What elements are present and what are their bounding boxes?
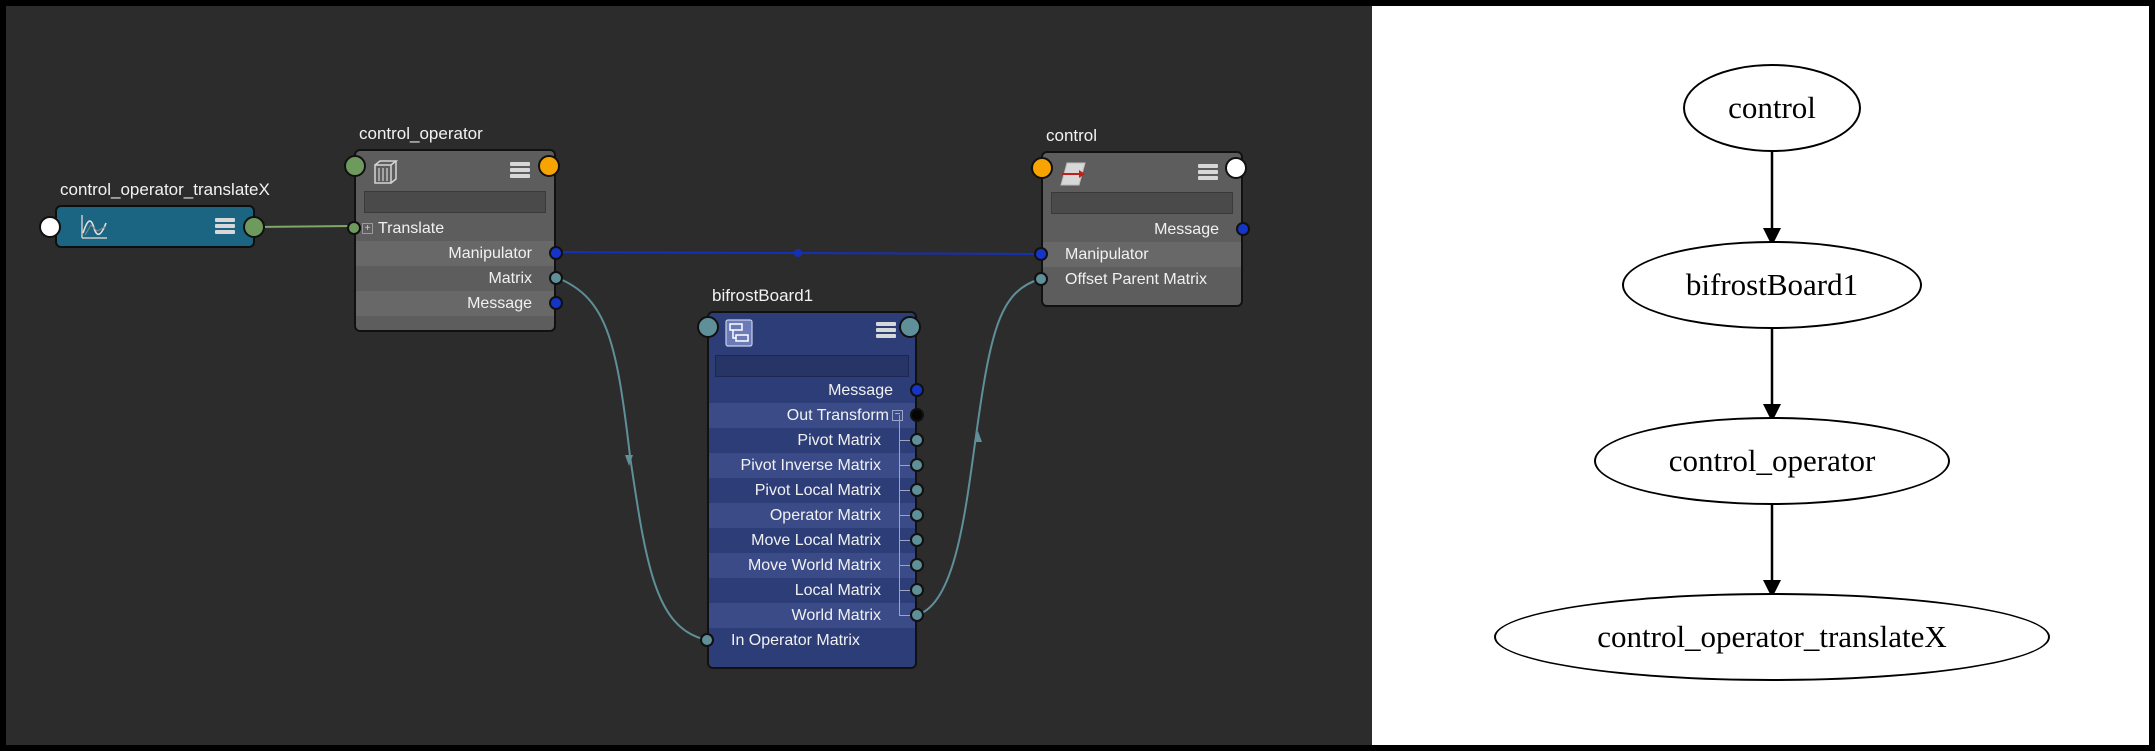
input-plug[interactable] [700,633,714,647]
attr-row-pivot-inverse-matrix[interactable]: Pivot Inverse Matrix [709,453,924,478]
node-name-field[interactable] [715,355,909,377]
input-plug[interactable] [347,221,361,235]
node-title: control_operator [359,124,483,143]
attr-row-out-transform[interactable]: Out Transform − [709,403,924,428]
attr-row-message[interactable]: Message [709,378,924,403]
connection-wires [249,225,1041,640]
attr-label: Operator Matrix [769,507,881,524]
transform-icon [1060,162,1086,186]
output-plug[interactable] [910,383,924,397]
node-title: control_operator_translateX [60,180,270,199]
input-plug[interactable] [1031,157,1053,179]
attr-row-offset-parent-matrix[interactable]: Offset Parent Matrix [1034,267,1241,292]
attr-row-in-operator-matrix[interactable]: In Operator Matrix [700,628,915,653]
window-frame: control_operator_translateX control_oper… [0,0,2155,751]
attr-row-operator-matrix[interactable]: Operator Matrix [709,503,924,528]
expand-icon[interactable]: + [362,223,373,234]
input-plug[interactable] [39,216,61,238]
graph-node-control-operator: control_operator [1594,417,1950,505]
output-plug[interactable] [899,316,921,338]
attribute-list-icon[interactable] [510,162,530,180]
input-plug[interactable] [1034,247,1048,261]
attr-label: Matrix [488,270,532,287]
output-plug[interactable] [910,583,924,597]
node-body[interactable] [39,205,265,248]
output-plug[interactable] [910,533,924,547]
input-plug[interactable] [1034,272,1048,286]
graph-node-bifrostboard1: bifrostBoard1 [1622,241,1922,329]
attr-row-pivot-local-matrix[interactable]: Pivot Local Matrix [709,478,924,503]
attr-label: Pivot Matrix [797,432,881,449]
attr-row-manipulator[interactable]: Manipulator [1034,242,1241,267]
input-plug[interactable] [697,316,719,338]
graph-node-control: control [1683,64,1861,152]
dependency-graph-panel: control bifrostBoard1 control_operator c… [1372,6,2149,745]
attr-label: Message [467,295,532,312]
attr-row-matrix[interactable]: Matrix [356,266,563,291]
output-plug[interactable] [910,458,924,472]
tree-trunk [899,415,900,615]
wire-world-matrix-to-offset [915,278,1041,616]
node-name-field[interactable] [1051,192,1233,214]
output-plug[interactable] [549,271,563,285]
attr-label: Move World Matrix [747,557,881,574]
attr-row-manipulator[interactable]: Manipulator [356,241,563,266]
output-plug[interactable] [549,246,563,260]
attr-row-message[interactable]: Message [1043,217,1250,242]
attr-row-move-world-matrix[interactable]: Move World Matrix [709,553,924,578]
output-plug[interactable] [910,608,924,622]
attr-label: Out Transform [786,407,889,424]
node-title: control [1046,126,1098,145]
anim-curve-icon [81,215,107,239]
attr-label: Pivot Inverse Matrix [740,457,881,474]
attr-label: In Operator Matrix [731,632,860,649]
node-body[interactable]: + Translate Manipulator Matrix Message [344,149,563,332]
attr-row-move-local-matrix[interactable]: Move Local Matrix [709,528,924,553]
output-plug[interactable] [910,408,924,422]
bifrost-operator-icon [374,160,398,184]
attr-label: World Matrix [791,607,882,624]
attr-label: Message [828,382,893,399]
output-plug[interactable] [549,296,563,310]
attr-label: Move Local Matrix [751,532,881,549]
output-plug[interactable] [910,508,924,522]
attr-label: Message [1154,221,1219,238]
attr-label: Manipulator [1065,246,1149,263]
input-plug[interactable] [344,155,366,177]
node-title: bifrostBoard1 [712,286,814,305]
attribute-list-icon[interactable] [876,322,896,340]
attr-label: Offset Parent Matrix [1065,271,1207,288]
graph-node-control-operator-translatex: control_operator_translateX [1494,593,2050,681]
output-plug[interactable] [1236,222,1250,236]
attribute-list-icon[interactable] [1198,164,1218,182]
wire-midpoint [794,249,802,257]
output-plug[interactable] [538,155,560,177]
attr-row-pivot-matrix[interactable]: Pivot Matrix [709,428,924,453]
attr-label: Pivot Local Matrix [754,482,881,499]
output-plug[interactable] [1225,157,1247,179]
attr-row-translate[interactable]: + Translate [347,216,554,241]
output-plug[interactable] [910,433,924,447]
collapse-icon[interactable]: − [892,410,903,421]
node-editor-canvas[interactable]: control_operator_translateX control_oper… [6,6,1372,745]
node-body[interactable]: Message Out Transform − Pivot Matrix Piv… [697,311,924,669]
output-plug[interactable] [243,216,265,238]
attr-row-message[interactable]: Message [356,291,563,316]
wire-translate [249,225,352,228]
output-plug[interactable] [910,483,924,497]
attr-row-local-matrix[interactable]: Local Matrix [709,578,924,603]
output-plug[interactable] [910,558,924,572]
attr-row-world-matrix[interactable]: World Matrix [709,603,924,628]
attr-label: Local Matrix [794,582,881,599]
node-body[interactable]: Message Manipulator Offset Parent Matrix [1031,151,1250,307]
attr-label: Manipulator [448,245,532,262]
node-name-field[interactable] [364,191,546,213]
bifrost-board-icon [725,319,753,347]
attr-label: Translate [378,220,445,237]
attribute-list-icon[interactable] [215,218,235,236]
